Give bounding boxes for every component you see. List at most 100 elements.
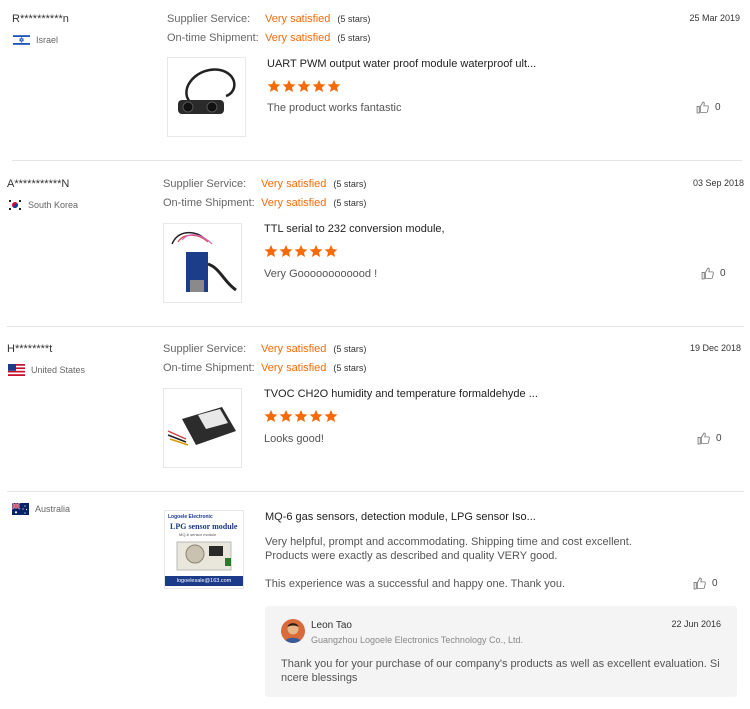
product-thumbnail[interactable] [163, 223, 242, 303]
review-text: Looks good! [264, 433, 324, 445]
product-title-link[interactable]: TTL serial to 232 conversion module, [264, 223, 445, 235]
review-text-line: Products were exactly as described and q… [265, 550, 558, 562]
star-icon [327, 79, 341, 93]
star-icon [267, 79, 281, 93]
shipment-stars: (5 stars) [337, 33, 371, 43]
buyer-name: A***********N [7, 178, 70, 190]
review-divider [12, 160, 742, 161]
buyer-country: South Korea [8, 199, 78, 211]
israel-flag-icon [13, 34, 30, 46]
shipment-label: On-time Shipment: [163, 197, 255, 209]
united-states-flag-icon [8, 364, 25, 376]
product-thumbnail[interactable] [163, 388, 242, 468]
supplier-service-label: Supplier Service: [163, 343, 247, 355]
shipment-value: Very satisfied [261, 362, 327, 374]
supplier-service-label: Supplier Service: [167, 13, 251, 25]
product-rating-stars [264, 409, 339, 423]
reply-text-line: ncere blessings [281, 672, 358, 684]
shipment-label: On-time Shipment: [167, 32, 259, 44]
country-name: South Korea [28, 200, 79, 210]
star-icon [309, 244, 323, 258]
shipment-rating: On-time Shipment: Very satisfied (5 star… [167, 32, 370, 44]
star-icon [294, 409, 308, 423]
reply-date: 22 Jun 2016 [671, 619, 721, 629]
country-name: Australia [35, 504, 71, 514]
helpful-count: 0 [720, 268, 726, 279]
review-date: 25 Mar 2019 [689, 13, 740, 23]
star-icon [294, 244, 308, 258]
product-rating-stars [264, 244, 339, 258]
helpful-button[interactable]: 0 [701, 267, 726, 280]
product-rating-stars [267, 79, 342, 93]
review-divider [7, 491, 744, 492]
shipment-stars: (5 stars) [333, 198, 367, 208]
country-name: United States [31, 365, 86, 375]
australia-flag-icon [12, 503, 29, 515]
thumbs-up-icon [696, 101, 709, 114]
star-icon [279, 409, 293, 423]
product-title-link[interactable]: MQ-6 gas sensors, detection module, LPG … [265, 511, 536, 523]
seller-reply: Leon Tao Guangzhou Logoele Electronics T… [265, 606, 737, 697]
star-icon [282, 79, 296, 93]
supplier-service-value: Very satisfied [265, 13, 331, 25]
star-icon [279, 244, 293, 258]
buyer-country: Israel [13, 34, 58, 46]
thumbnail-title: LPG sensor module [170, 522, 238, 531]
review-date: 03 Sep 2018 [692, 178, 744, 188]
thumbs-up-icon [697, 432, 710, 445]
buyer-country: United States [8, 364, 85, 376]
supplier-service-stars: (5 stars) [337, 14, 371, 24]
thumbnail-subtitle: MQ-6 sensor module [179, 532, 217, 537]
helpful-count: 0 [716, 433, 722, 444]
shipment-rating: On-time Shipment: Very satisfied (5 star… [163, 197, 366, 209]
star-icon [309, 409, 323, 423]
helpful-button[interactable]: 0 [696, 101, 721, 114]
shipment-label: On-time Shipment: [163, 362, 255, 374]
supplier-service-label: Supplier Service: [163, 178, 247, 190]
seller-name: Leon Tao [311, 620, 352, 631]
supplier-service-rating: Supplier Service: Very satisfied (5 star… [163, 178, 366, 190]
thumbnail-email: logoelesale@163.com [165, 576, 243, 586]
buyer-name: H********t [7, 343, 53, 355]
seller-avatar [281, 619, 305, 643]
shipment-value: Very satisfied [261, 197, 327, 209]
star-icon [264, 409, 278, 423]
buyer-country: Australia [12, 503, 70, 515]
product-title-link[interactable]: TVOC CH2O humidity and temperature forma… [264, 388, 538, 400]
review-divider [7, 326, 744, 327]
supplier-service-value: Very satisfied [261, 178, 327, 190]
thumbs-up-icon [701, 267, 714, 280]
helpful-button[interactable]: 0 [693, 577, 718, 590]
shipment-stars: (5 stars) [333, 363, 367, 373]
thumbnail-brand: Logoele Electronic [168, 514, 213, 520]
review-text-line: Very helpful, prompt and accommodating. … [265, 536, 632, 548]
product-thumbnail[interactable]: Logoele Electronic LPG sensor module MQ-… [164, 510, 244, 589]
supplier-service-value: Very satisfied [261, 343, 327, 355]
thumbs-up-icon [693, 577, 706, 590]
south-korea-flag-icon [8, 199, 22, 211]
reply-text-line: Thank you for your purchase of our compa… [281, 658, 720, 670]
helpful-count: 0 [715, 102, 721, 113]
product-title-link[interactable]: UART PWM output water proof module water… [267, 58, 536, 70]
reply-text: Thank you for your purchase of our compa… [281, 657, 727, 685]
supplier-service-stars: (5 stars) [333, 179, 367, 189]
review-text-closing: This experience was a successful and hap… [265, 578, 566, 590]
star-icon [297, 79, 311, 93]
country-name: Israel [36, 35, 59, 45]
shipment-value: Very satisfied [265, 32, 331, 44]
star-icon [324, 244, 338, 258]
helpful-count: 0 [712, 578, 718, 589]
star-icon [264, 244, 278, 258]
supplier-service-stars: (5 stars) [333, 344, 367, 354]
supplier-service-rating: Supplier Service: Very satisfied (5 star… [163, 343, 366, 355]
buyer-name: R**********n [12, 13, 69, 25]
supplier-service-rating: Supplier Service: Very satisfied (5 star… [167, 13, 370, 25]
star-icon [312, 79, 326, 93]
product-thumbnail[interactable] [167, 57, 246, 137]
review-date: 19 Dec 2018 [689, 343, 741, 353]
seller-company: Guangzhou Logoele Electronics Technology… [311, 635, 523, 645]
helpful-button[interactable]: 0 [697, 432, 722, 445]
review-text: Very Goooooooooood ! [264, 268, 378, 280]
review-text: Very helpful, prompt and accommodating. … [265, 535, 705, 563]
review-text: The product works fantastic [267, 102, 402, 114]
